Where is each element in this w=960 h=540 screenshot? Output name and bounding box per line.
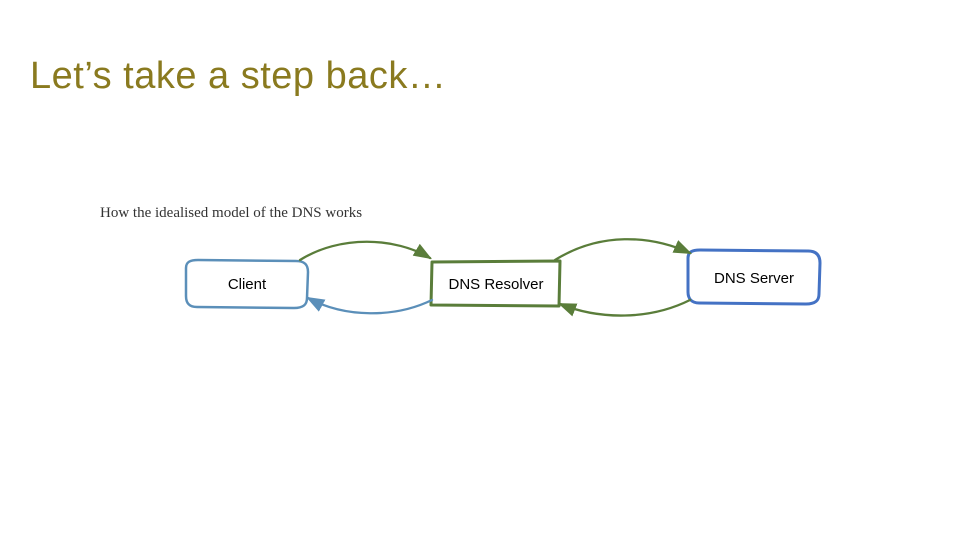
arrow-resolver-to-server [555, 239, 690, 260]
arrow-server-to-resolver [560, 300, 690, 316]
dns-flow-diagram [0, 0, 960, 540]
resolver-label: DNS Resolver [436, 276, 556, 293]
client-label: Client [187, 276, 307, 293]
server-label: DNS Server [694, 270, 814, 287]
slide: Let’s take a step back… How the idealise… [0, 0, 960, 540]
arrow-resolver-to-client [308, 298, 432, 313]
arrow-client-to-resolver [300, 242, 430, 260]
